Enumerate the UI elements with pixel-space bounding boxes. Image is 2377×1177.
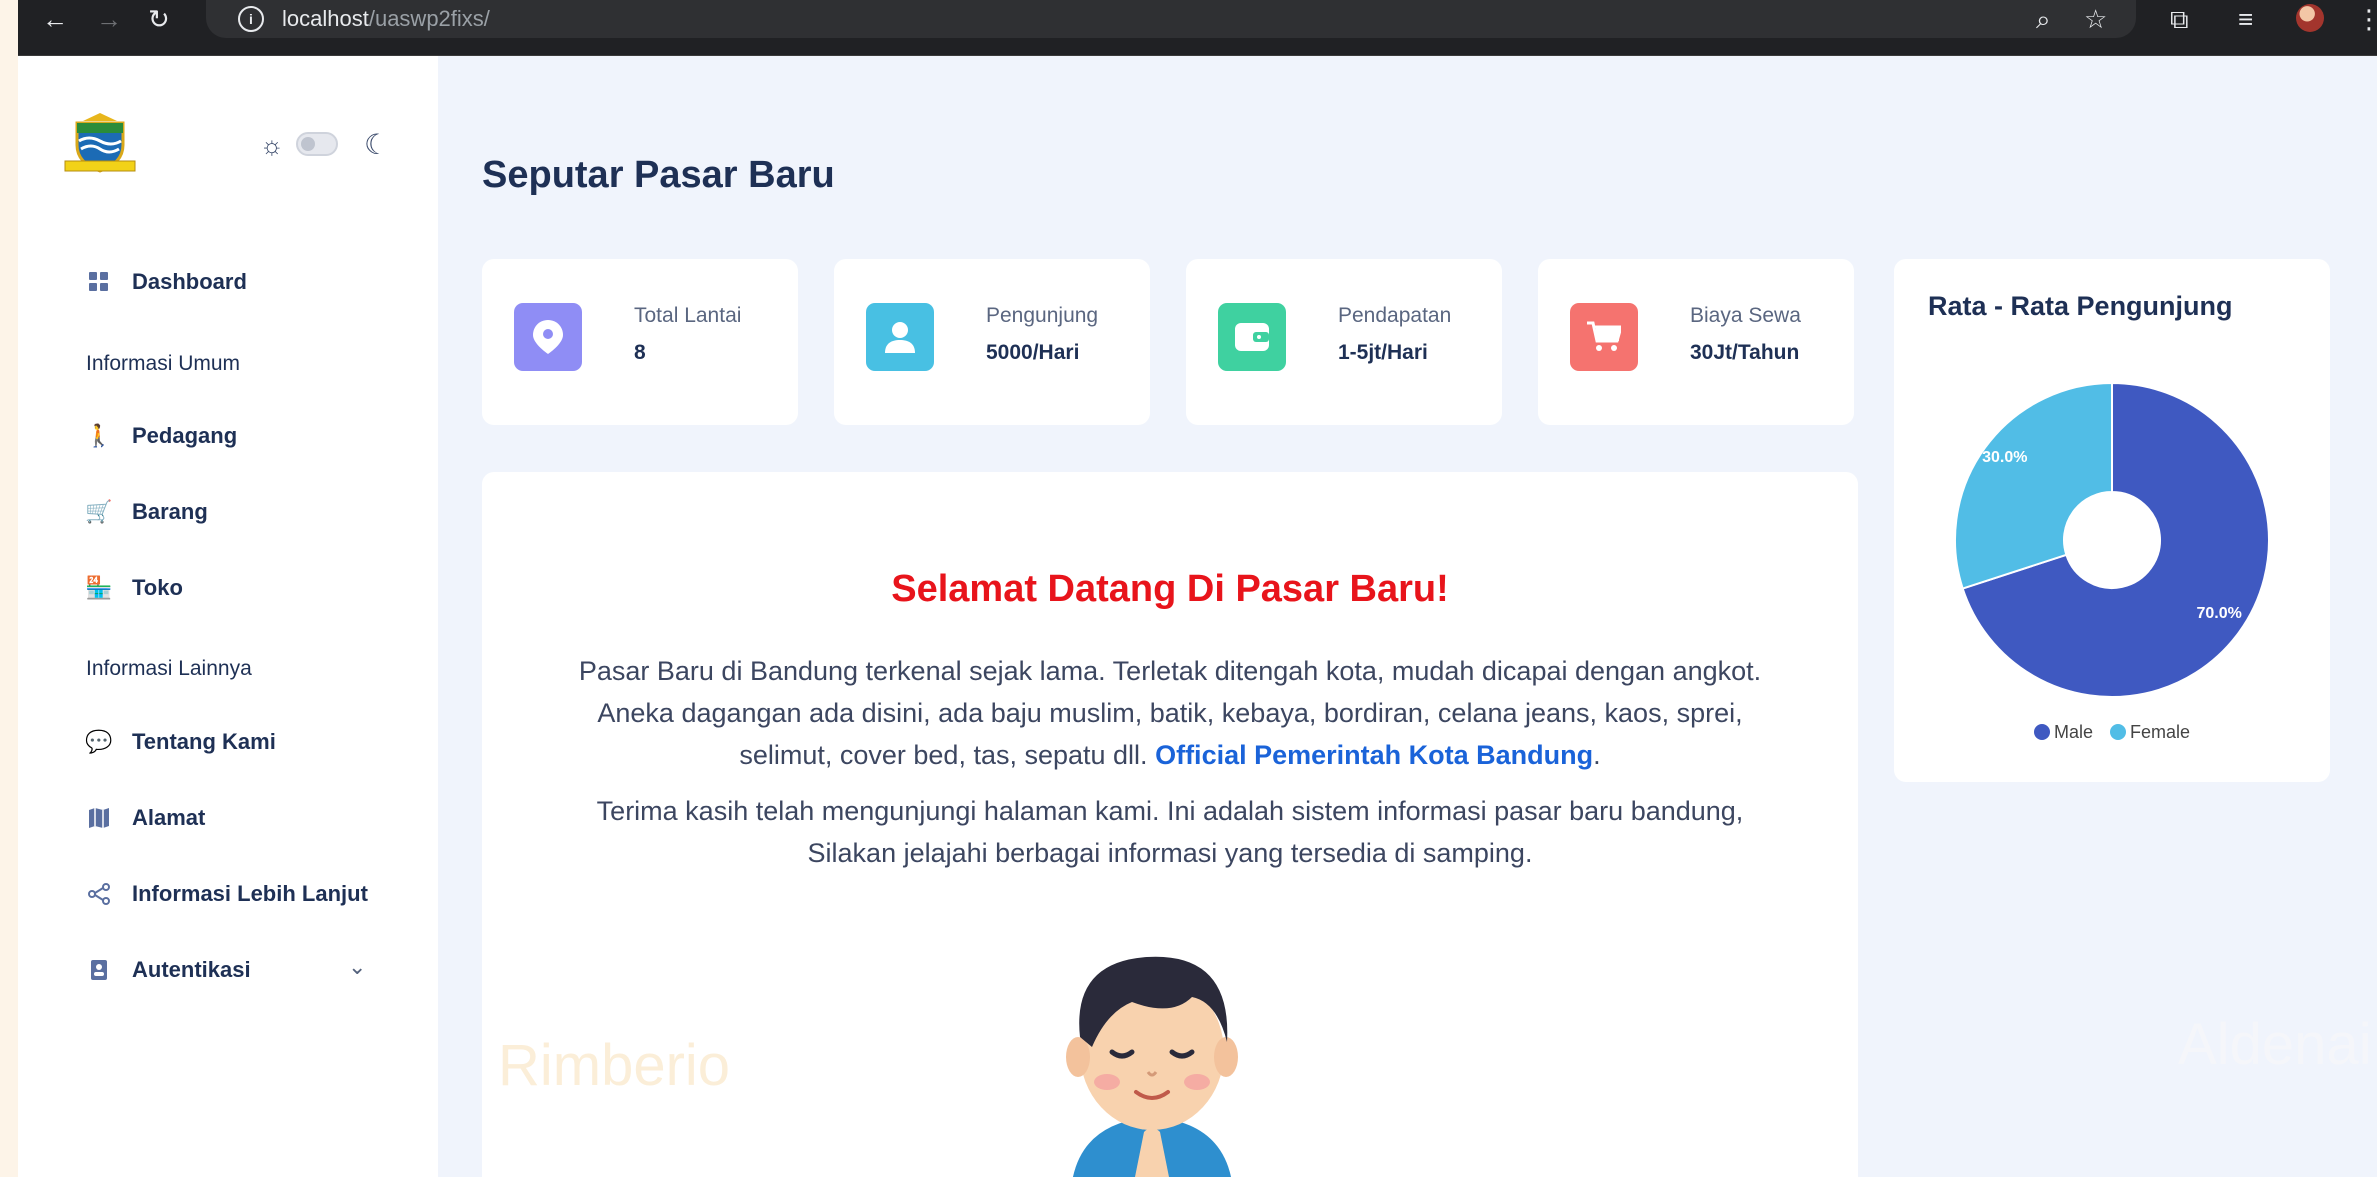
legend-item-male[interactable]: Male bbox=[2033, 722, 2093, 742]
cart-icon: 🛒 bbox=[85, 499, 113, 524]
official-link[interactable]: Official Pemerintah Kota Bandung bbox=[1155, 740, 1593, 770]
back-icon[interactable]: ← bbox=[42, 5, 68, 33]
sidebar-item-pedagang[interactable]: 🚶 Pedagang bbox=[85, 416, 237, 456]
person-icon: 🚶 bbox=[85, 423, 113, 448]
dashboard-icon bbox=[86, 269, 112, 295]
legend-dot-female bbox=[2110, 724, 2126, 740]
sun-icon[interactable]: ☼ bbox=[260, 130, 284, 161]
playlist-icon[interactable]: ≡ bbox=[2238, 4, 2253, 35]
bookmark-star-icon[interactable]: ☆ bbox=[2084, 4, 2107, 35]
pie-slice-female[interactable] bbox=[1954, 381, 2113, 590]
legend-item-female[interactable]: Female bbox=[2110, 722, 2190, 742]
welcome-heading: Selamat Datang Di Pasar Baru! bbox=[891, 568, 1449, 610]
sidebar-item-informasi-lebih-lanjut[interactable]: Informasi Lebih Lanjut bbox=[86, 874, 368, 914]
share-icon bbox=[86, 881, 112, 907]
menu-kebab-icon[interactable]: ⋮ bbox=[2356, 4, 2377, 35]
browser-toolbar: ← → ↻ i localhost/uaswp2fixs/ ⌕ ☆ ⧉ ≡ ⋮ bbox=[18, 0, 2377, 56]
map-icon bbox=[86, 805, 112, 831]
url-text: localhost/uaswp2fixs/ bbox=[282, 6, 490, 31]
profile-avatar[interactable] bbox=[2296, 4, 2324, 32]
city-logo-icon[interactable] bbox=[63, 111, 137, 173]
stat-card-biaya-sewa: Biaya Sewa 30Jt/Tahun bbox=[1538, 259, 1854, 425]
user-icon bbox=[866, 303, 934, 371]
welcome-paragraph-2: Terima kasih telah mengunjungi halaman k… bbox=[596, 796, 1744, 868]
page-title: Seputar Pasar Baru bbox=[482, 154, 835, 196]
lock-icon bbox=[86, 957, 112, 983]
pie-label-male: 70.0% bbox=[2197, 605, 2242, 622]
chat-icon: 💬 bbox=[85, 729, 113, 754]
stat-card-pendapatan: Pendapatan 1-5jt/Hari bbox=[1186, 259, 1502, 425]
pie-chart: 70.0% 30.0% bbox=[1954, 381, 2270, 698]
extensions-icon[interactable]: ⧉ bbox=[2170, 4, 2189, 36]
chart-legend: Male Female bbox=[1894, 722, 2330, 743]
wallet-icon bbox=[1218, 303, 1286, 371]
sidebar-item-barang[interactable]: 🛒 Barang bbox=[85, 492, 208, 532]
watermark-text-2: Aldenai bbox=[2178, 1012, 2372, 1077]
visitor-chart-card: Rata - Rata Pengunjung 70.0% 30.0% Male F… bbox=[1894, 259, 2330, 782]
legend-dot-male bbox=[2033, 724, 2050, 740]
address-bar[interactable]: i localhost/uaswp2fixs/ ⌕ ☆ bbox=[206, 0, 2136, 38]
sidebar-heading-umum: Informasi Umum bbox=[86, 352, 241, 375]
shopping-cart-icon bbox=[1570, 303, 1638, 371]
theme-toggle: ☼ ☾ bbox=[258, 128, 398, 162]
sidebar-item-toko[interactable]: 🏪 Toko bbox=[85, 568, 183, 608]
welcome-paragraph-1: Pasar Baru di Bandung terkenal sejak lam… bbox=[578, 656, 1762, 770]
moon-icon[interactable]: ☾ bbox=[364, 128, 389, 161]
chevron-down-icon[interactable]: ⌄ bbox=[348, 954, 366, 980]
zoom-icon[interactable]: ⌕ bbox=[2036, 4, 2051, 36]
location-pin-icon bbox=[514, 303, 582, 371]
sidebar-item-tentang-kami[interactable]: 💬 Tentang Kami bbox=[85, 722, 276, 762]
watermark-text: Rimberio bbox=[498, 1033, 731, 1098]
welcome-card: Selamat Datang Di Pasar Baru! Pasar Baru… bbox=[482, 472, 1858, 1177]
sidebar-heading-lainnya: Informasi Lainnya bbox=[86, 657, 252, 680]
stat-card-pengunjung: Pengunjung 5000/Hari bbox=[834, 259, 1150, 425]
boy-illustration bbox=[1066, 956, 1238, 1177]
sidebar-item-autentikasi[interactable]: Autentikasi bbox=[86, 950, 251, 990]
stat-card-total-lantai: Total Lantai 8 bbox=[482, 259, 798, 425]
sidebar: ☼ ☾ Dashboard Informasi Umum 🚶 Pedagang … bbox=[18, 56, 438, 1177]
sidebar-item-alamat[interactable]: Alamat bbox=[86, 798, 205, 838]
page: ☼ ☾ Dashboard Informasi Umum 🚶 Pedagang … bbox=[18, 56, 2377, 1177]
sidebar-item-dashboard[interactable]: Dashboard bbox=[86, 262, 247, 302]
store-icon: 🏪 bbox=[85, 575, 113, 600]
dark-mode-switch[interactable] bbox=[296, 132, 338, 156]
pie-label-female: 30.0% bbox=[1982, 449, 2027, 466]
reload-icon[interactable]: ↻ bbox=[148, 5, 170, 33]
site-info-icon[interactable]: i bbox=[238, 6, 264, 32]
forward-icon[interactable]: → bbox=[96, 5, 122, 33]
